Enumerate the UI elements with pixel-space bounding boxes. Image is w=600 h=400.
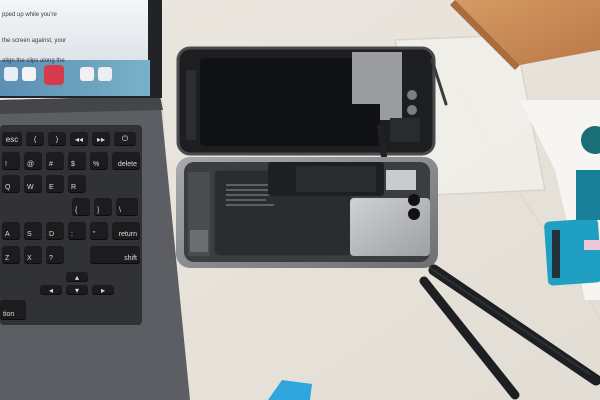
- key-open-brace[interactable]: {: [72, 198, 90, 216]
- key-return[interactable]: return: [112, 222, 140, 240]
- key-shift[interactable]: shift: [90, 246, 140, 264]
- key-3[interactable]: #: [46, 152, 64, 170]
- key-arrow-right[interactable]: ▸: [92, 285, 114, 295]
- key-colon[interactable]: :: [68, 222, 86, 240]
- key-s[interactable]: S: [24, 222, 42, 240]
- key-x[interactable]: X: [24, 246, 42, 264]
- key-arrow-down[interactable]: ▾: [66, 285, 88, 295]
- key-f2[interactable]: ⟩: [48, 132, 66, 146]
- key-f4[interactable]: ▸▸: [92, 132, 110, 146]
- key-question[interactable]: ?: [46, 246, 64, 264]
- logic-board-shield: [350, 198, 430, 256]
- key-delete[interactable]: delete: [112, 152, 140, 170]
- key-4[interactable]: $: [68, 152, 86, 170]
- screen-text-line-2: the screen against, your: [2, 38, 67, 44]
- key-1[interactable]: !: [2, 152, 20, 170]
- key-a[interactable]: A: [2, 222, 20, 240]
- key-e[interactable]: E: [46, 175, 64, 193]
- key-arrow-left[interactable]: ◂: [40, 285, 62, 295]
- key-2[interactable]: @: [24, 152, 42, 170]
- key-quote[interactable]: ": [90, 222, 108, 240]
- key-5[interactable]: %: [90, 152, 108, 170]
- laptop-screen: [0, 0, 148, 60]
- key-q[interactable]: Q: [2, 175, 20, 193]
- key-backslash[interactable]: \: [116, 198, 138, 216]
- opened-iphone: [176, 46, 438, 268]
- key-power[interactable]: ⏻: [114, 132, 136, 146]
- key-r[interactable]: R: [68, 175, 86, 193]
- key-d[interactable]: D: [46, 222, 64, 240]
- key-f1[interactable]: ⟨: [26, 132, 44, 146]
- key-close-brace[interactable]: }: [94, 198, 112, 216]
- key-z[interactable]: Z: [2, 246, 20, 264]
- photo-illustration: [0, 0, 600, 400]
- photo-scene: pped up while you're the screen against,…: [0, 0, 600, 400]
- screen-text-line-3: align the clips along the: [2, 58, 65, 64]
- key-arrow-up[interactable]: ▴: [66, 272, 88, 282]
- key-option[interactable]: tion: [0, 300, 26, 320]
- key-f3[interactable]: ◂◂: [70, 132, 88, 146]
- key-esc[interactable]: esc: [2, 132, 22, 146]
- key-w[interactable]: W: [24, 175, 42, 193]
- screen-text-line-1: pped up while you're: [2, 12, 57, 18]
